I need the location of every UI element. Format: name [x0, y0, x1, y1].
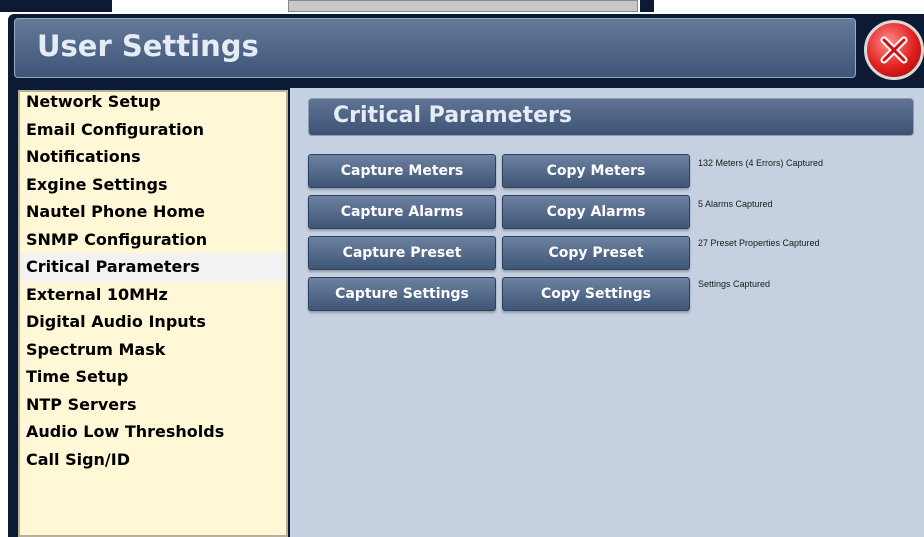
sidebar-item-digital-audio-inputs[interactable]: Digital Audio Inputs [20, 308, 286, 336]
sidebar-item-spectrum-mask[interactable]: Spectrum Mask [20, 336, 286, 364]
sidebar-item-notifications[interactable]: Notifications [20, 143, 286, 171]
capture-alarms-button[interactable]: Capture Alarms [308, 195, 496, 229]
sidebar-item-time-setup[interactable]: Time Setup [20, 363, 286, 391]
copy-preset-button[interactable]: Copy Preset [502, 236, 690, 270]
title-bar: User Settings [14, 18, 856, 78]
settings-status: Settings Captured [698, 279, 771, 289]
top-strip [0, 0, 924, 14]
capture-settings-button[interactable]: Capture Settings [308, 277, 496, 311]
sidebar-item-audio-low-thresholds[interactable]: Audio Low Thresholds [20, 418, 286, 446]
top-tab-left [0, 0, 112, 12]
copy-meters-button[interactable]: Copy Meters [502, 154, 690, 188]
section-header: Critical Parameters [308, 98, 914, 136]
close-x-icon [880, 36, 908, 64]
content-panel: Critical Parameters Capture Meters Copy … [290, 88, 924, 537]
settings-menu: Network Setup Email Configuration Notifi… [18, 90, 288, 537]
sidebar-item-snmp-configuration[interactable]: SNMP Configuration [20, 226, 286, 254]
sidebar-item-network-setup[interactable]: Network Setup [20, 88, 286, 116]
section-title: Critical Parameters [333, 103, 572, 128]
alarms-status: 5 Alarms Captured [698, 199, 773, 209]
copy-settings-button[interactable]: Copy Settings [502, 277, 690, 311]
capture-preset-button[interactable]: Capture Preset [308, 236, 496, 270]
window-title: User Settings [37, 29, 259, 63]
sidebar-item-nautel-phone-home[interactable]: Nautel Phone Home [20, 198, 286, 226]
sidebar-item-call-sign-id[interactable]: Call Sign/ID [20, 446, 286, 474]
sidebar-item-exgine-settings[interactable]: Exgine Settings [20, 171, 286, 199]
close-button[interactable] [864, 20, 924, 80]
preset-status: 27 Preset Properties Captured [698, 238, 820, 248]
copy-alarms-button[interactable]: Copy Alarms [502, 195, 690, 229]
capture-meters-button[interactable]: Capture Meters [308, 154, 496, 188]
sidebar-item-ntp-servers[interactable]: NTP Servers [20, 391, 286, 419]
top-tab-middle [288, 0, 638, 12]
sidebar-item-email-configuration[interactable]: Email Configuration [20, 116, 286, 144]
sidebar-item-critical-parameters[interactable]: Critical Parameters [20, 253, 286, 281]
meters-status: 132 Meters (4 Errors) Captured [698, 158, 824, 168]
sidebar-item-external-10mhz[interactable]: External 10MHz [20, 281, 286, 309]
top-tab-right [640, 0, 654, 12]
settings-menu-list: Network Setup Email Configuration Notifi… [20, 88, 286, 473]
